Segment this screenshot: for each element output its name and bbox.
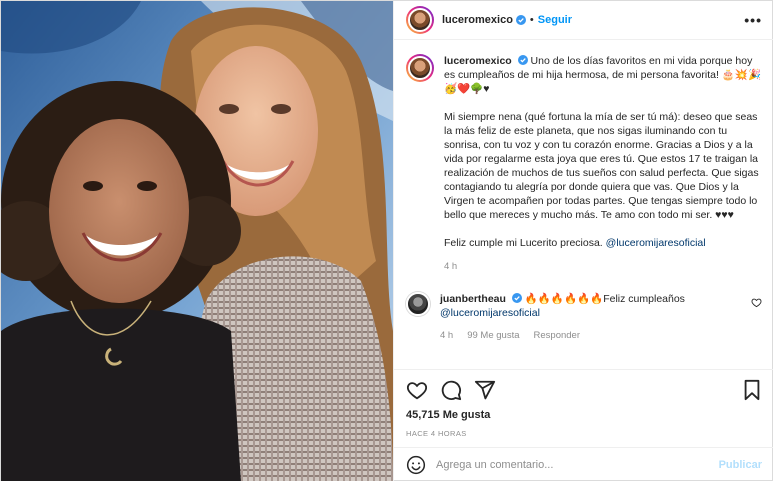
post-photo[interactable] (1, 1, 393, 481)
caption-mention-link[interactable]: @luceromijaresoficial (606, 237, 706, 249)
author-username[interactable]: luceromexico (442, 14, 513, 26)
caption-paragraph-2: Mi siempre nena (qué fortuna la mía de s… (444, 111, 759, 221)
like-heart-icon[interactable] (406, 379, 428, 401)
comment-input[interactable] (436, 459, 719, 471)
comment-text: 🔥🔥🔥🔥🔥🔥Feliz cumpleaños (524, 293, 685, 305)
caption-username[interactable]: luceromexico (444, 55, 512, 67)
post-actions-bar (394, 369, 773, 409)
comment-likes[interactable]: 99 Me gusta (467, 329, 519, 343)
publish-button[interactable]: Publicar (719, 459, 762, 471)
reply-button[interactable]: Responder (534, 329, 580, 343)
comment-like-heart-icon[interactable] (751, 297, 762, 308)
comment-bubble-icon[interactable] (440, 379, 462, 401)
caption-text: luceromexico Uno de los días favoritos e… (444, 54, 762, 274)
more-options-button[interactable]: ••• (744, 12, 762, 28)
caption-paragraph-3: Feliz cumple mi Lucerito preciosa. (444, 237, 606, 249)
save-bookmark-icon[interactable] (742, 379, 762, 401)
comments-area[interactable]: luceromexico Uno de los días favoritos e… (394, 40, 773, 369)
likes-count[interactable]: 45,715 Me gusta (394, 409, 773, 425)
comment-meta: 4 h 99 Me gusta Responder (440, 329, 740, 343)
emoji-smiley-icon[interactable] (406, 455, 426, 475)
follow-button[interactable]: Seguir (538, 14, 572, 26)
author-avatar[interactable] (406, 6, 434, 34)
verified-badge-icon (511, 293, 522, 303)
post-side-panel: luceromexico • Seguir ••• luceromexico U… (393, 1, 773, 481)
separator-dot: • (529, 14, 534, 26)
add-comment-bar: Publicar (394, 447, 773, 481)
comment-body: juanbertheau 🔥🔥🔥🔥🔥🔥Feliz cumpleaños @luc… (440, 292, 740, 343)
commenter-avatar[interactable] (406, 292, 430, 316)
caption-timestamp[interactable]: 4 h (444, 260, 762, 274)
comment-timestamp[interactable]: 4 h (440, 329, 453, 343)
comment-item: juanbertheau 🔥🔥🔥🔥🔥🔥Feliz cumpleaños @luc… (406, 292, 762, 343)
share-paper-plane-icon[interactable] (474, 379, 496, 401)
caption-avatar[interactable] (406, 54, 434, 82)
verified-badge-icon (517, 55, 528, 65)
commenter-username[interactable]: juanbertheau (440, 293, 506, 305)
post-time-ago[interactable]: HACE 4 HORAS (394, 425, 773, 447)
comment-mention-link[interactable]: @luceromijaresoficial (440, 307, 540, 319)
photo-illustration (1, 1, 393, 481)
verified-badge-icon (515, 15, 526, 25)
caption: luceromexico Uno de los días favoritos e… (406, 54, 762, 274)
instagram-post: luceromexico • Seguir ••• luceromexico U… (0, 0, 773, 481)
post-header: luceromexico • Seguir ••• (394, 1, 773, 40)
